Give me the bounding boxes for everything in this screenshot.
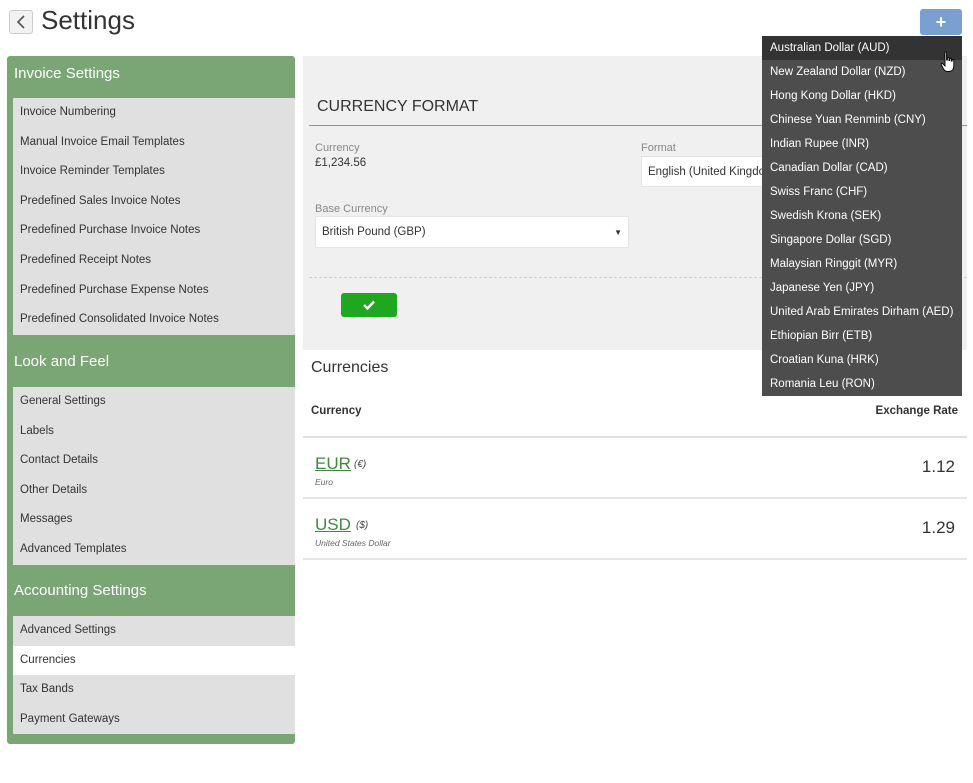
sidebar-item-manual-invoice-email-templates[interactable]: Manual Invoice Email Templates [13,128,295,158]
dropdown-item-sek[interactable]: Swedish Krona (SEK) [762,204,962,228]
sidebar-item-predefined-receipt-notes[interactable]: Predefined Receipt Notes [13,246,295,276]
menu-list-accounting-settings: Advanced Settings Currencies Tax Bands P… [13,616,295,735]
dropdown-item-aed[interactable]: United Arab Emirates Dirham (AED) [762,300,962,324]
dropdown-item-aud[interactable]: Australian Dollar (AUD) [762,36,962,60]
currencies-title: Currencies [311,359,389,376]
save-button[interactable] [341,293,397,317]
settings-sidebar: Invoice Settings Invoice Numbering Manua… [7,56,295,744]
table-row: USD ($) United States Dollar 1.29 [303,499,967,560]
sidebar-item-predefined-consolidated-invoice-notes[interactable]: Predefined Consolidated Invoice Notes [13,305,295,335]
sidebar-item-currencies[interactable]: Currencies [13,645,295,676]
exchange-rate: 1.12 [921,457,955,476]
currency-code-link[interactable]: EUR [315,454,351,474]
sidebar-item-predefined-purchase-invoice-notes[interactable]: Predefined Purchase Invoice Notes [13,216,295,246]
menu-list-invoice-settings: Invoice Numbering Manual Invoice Email T… [13,98,295,335]
page-title: Settings [41,5,135,35]
sidebar-item-labels[interactable]: Labels [13,417,295,447]
currency-name: United States Dollar [315,538,391,548]
column-header-exchange-rate: Exchange Rate [875,405,958,417]
sidebar-item-payment-gateways[interactable]: Payment Gateways [13,705,295,735]
sidebar-item-predefined-purchase-expense-notes[interactable]: Predefined Purchase Expense Notes [13,276,295,306]
sidebar-item-advanced-templates[interactable]: Advanced Templates [13,535,295,565]
section-title-invoice-settings: Invoice Settings [14,65,120,82]
sidebar-item-tax-bands[interactable]: Tax Bands [13,675,295,705]
dropdown-item-jpy[interactable]: Japanese Yen (JPY) [762,276,962,300]
add-currency-dropdown: Australian Dollar (AUD) New Zealand Doll… [762,36,962,396]
currency-preview: £1,234.56 [315,157,367,169]
currency-label: Currency [315,142,360,154]
base-currency-select[interactable]: British Pound (GBP) ▼ [315,216,629,248]
format-select-value: English (United Kingdom) [648,165,771,178]
dropdown-item-hkd[interactable]: Hong Kong Dollar (HKD) [762,84,962,108]
dropdown-item-ron[interactable]: Romania Leu (RON) [762,372,962,396]
column-header-currency: Currency [311,405,362,417]
currency-symbol: ($) [356,520,369,531]
dropdown-item-nzd[interactable]: New Zealand Dollar (NZD) [762,60,962,84]
sidebar-item-other-details[interactable]: Other Details [13,476,295,506]
currency-name: Euro [315,477,333,487]
dropdown-item-hrk[interactable]: Croatian Kuna (HRK) [762,348,962,372]
sidebar-item-contact-details[interactable]: Contact Details [13,446,295,476]
currency-symbol: (€) [354,459,367,470]
section-title-look-and-feel: Look and Feel [14,353,110,370]
exchange-rate: 1.29 [921,518,955,537]
dropdown-item-etb[interactable]: Ethiopian Birr (ETB) [762,324,962,348]
sidebar-item-invoice-reminder-templates[interactable]: Invoice Reminder Templates [13,157,295,187]
format-label: Format [641,142,676,154]
dropdown-item-cny[interactable]: Chinese Yuan Renminb (CNY) [762,108,962,132]
currency-format-heading: CURRENCY FORMAT [317,98,479,115]
sidebar-item-advanced-settings[interactable]: Advanced Settings [13,616,295,646]
sidebar-item-predefined-sales-invoice-notes[interactable]: Predefined Sales Invoice Notes [13,187,295,217]
add-currency-button[interactable]: + [920,9,962,35]
dropdown-item-inr[interactable]: Indian Rupee (INR) [762,132,962,156]
hand-pointer-icon [940,51,955,72]
sidebar-item-general-settings[interactable]: General Settings [13,387,295,417]
dropdown-item-sgd[interactable]: Singapore Dollar (SGD) [762,228,962,252]
check-icon [363,300,375,310]
dropdown-item-myr[interactable]: Malaysian Ringgit (MYR) [762,252,962,276]
chevron-left-icon [16,15,25,29]
menu-list-look-and-feel: General Settings Labels Contact Details … [13,387,295,565]
format-select[interactable]: English (United Kingdom) [641,156,771,187]
section-title-accounting-settings: Accounting Settings [14,582,147,599]
caret-down-icon: ▼ [614,227,622,237]
sidebar-item-messages[interactable]: Messages [13,505,295,535]
base-currency-select-value: British Pound (GBP) [322,226,426,238]
table-row: EUR (€) Euro 1.12 [303,438,967,499]
dropdown-item-cad[interactable]: Canadian Dollar (CAD) [762,156,962,180]
base-currency-label: Base Currency [315,203,388,215]
dropdown-item-chf[interactable]: Swiss Franc (CHF) [762,180,962,204]
back-button[interactable] [9,10,33,34]
sidebar-item-invoice-numbering[interactable]: Invoice Numbering [13,98,295,128]
currency-code-link[interactable]: USD [315,515,351,535]
